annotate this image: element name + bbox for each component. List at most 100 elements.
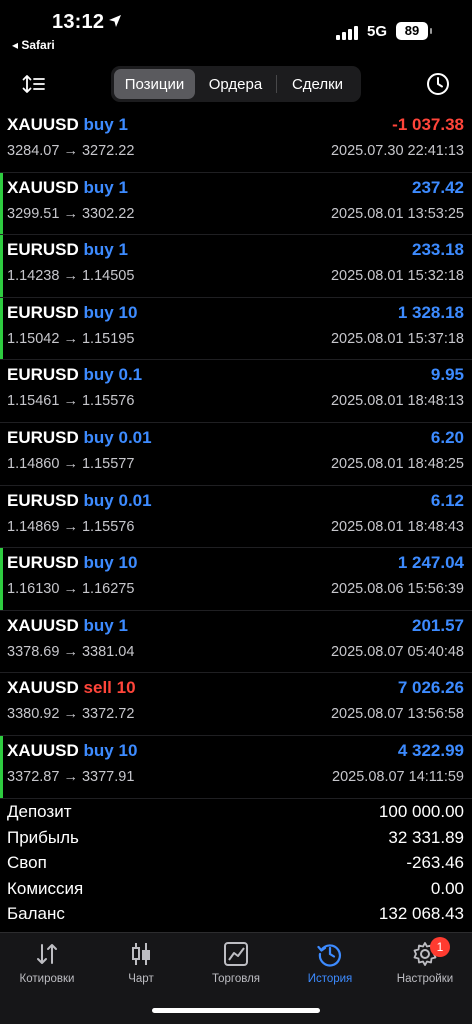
summary-row: Своп -263.46 xyxy=(0,851,472,877)
deal-datetime: 2025.07.30 22:41:13 xyxy=(330,143,464,159)
deal-volume: 1 xyxy=(118,615,128,635)
deal-row[interactable]: EURUSD buy 10 1.15042 → 1.15195 1 328.18 20… xyxy=(0,297,472,361)
deal-profit: 6.12 xyxy=(430,490,464,510)
tab-quotes[interactable]: Котировки xyxy=(0,941,94,997)
deal-volume: 10 xyxy=(116,678,136,698)
notification-badge: 1 xyxy=(430,937,450,957)
deal-row[interactable]: EURUSD buy 0.01 1.14860 → 1.15577 6.20 2025… xyxy=(0,423,472,486)
deal-volume: 10 xyxy=(118,553,138,573)
deal-profit: 1 328.18 xyxy=(397,302,464,322)
summary-label: Баланс xyxy=(7,904,65,923)
trade-chart-icon xyxy=(224,942,248,966)
deal-profit: -1 037.38 xyxy=(392,115,464,134)
deal-side: buy xyxy=(83,427,114,447)
tab-chart-label: Чарт xyxy=(128,973,154,985)
battery-icon: 89 xyxy=(396,22,428,40)
deal-row[interactable]: EURUSD buy 0.01 1.14869 → 1.15576 6.12 2025… xyxy=(0,486,472,549)
deal-row[interactable]: XAUUSD buy 1 3299.51 → 3302.22 237.42 2025.… xyxy=(0,172,472,236)
deal-profit: 201.57 xyxy=(412,615,464,635)
sort-icon[interactable] xyxy=(22,72,48,96)
deal-title: XAUUSD buy 10 xyxy=(7,741,137,761)
tab-orders[interactable]: Ордера xyxy=(195,69,276,99)
deal-datetime: 2025.08.07 14:11:59 xyxy=(332,768,464,785)
deal-side: buy xyxy=(83,615,114,635)
summary-row: Комиссия 0.00 xyxy=(0,877,472,903)
deal-side: buy xyxy=(83,240,114,260)
deal-title: EURUSD buy 10 xyxy=(7,553,137,573)
deal-datetime: 2025.08.06 15:56:39 xyxy=(330,581,464,598)
tab-trade-label: Торговля xyxy=(211,973,261,985)
deal-row[interactable]: XAUUSD buy 1 3378.69 → 3381.04 201.57 2025.… xyxy=(0,611,472,674)
deal-volume: 10 xyxy=(118,302,138,322)
deal-symbol: XAUUSD xyxy=(7,678,79,698)
tab-settings-label: Настройки xyxy=(396,973,454,985)
deal-row[interactable]: XAUUSD sell 10 3380.92 → 3372.72 7 026.26 2… xyxy=(0,673,472,736)
deal-title: EURUSD buy 0.1 xyxy=(7,365,142,385)
deal-title: XAUUSD buy 1 xyxy=(7,115,128,135)
tab-positions-label: Позиции xyxy=(124,75,185,93)
deal-prices: 1.15042 → 1.15195 xyxy=(7,330,135,347)
status-bar: 13:12 ◂ Safari 5G 89 xyxy=(0,0,472,56)
location-arrow-icon xyxy=(109,15,121,27)
deal-symbol: XAUUSD xyxy=(7,115,79,134)
summary-row: Баланс 132 068.43 xyxy=(0,902,472,928)
summary-value: -263.46 xyxy=(406,853,464,872)
deal-prices: 1.14869 → 1.15576 xyxy=(7,518,135,535)
deal-marker-bar xyxy=(0,548,3,610)
account-summary: Депозит 100 000.00 Прибыль 32 331.89 Своп -26… xyxy=(0,800,472,928)
deal-row[interactable]: EURUSD buy 0.1 1.15461 → 1.15576 9.95 2025.… xyxy=(0,360,472,423)
deal-profit: 9.95 xyxy=(430,365,464,385)
deal-symbol: EURUSD xyxy=(7,365,79,385)
deal-symbol: XAUUSD xyxy=(7,740,79,760)
deal-datetime: 2025.08.07 13:56:58 xyxy=(330,706,464,723)
deal-volume: 1 xyxy=(118,177,128,197)
tab-chart[interactable]: Чарт xyxy=(94,941,188,997)
deal-title: EURUSD buy 0.01 xyxy=(7,491,152,511)
summary-label: Комиссия xyxy=(7,878,84,898)
summary-value: 132 068.43 xyxy=(378,904,464,923)
deal-symbol: EURUSD xyxy=(7,553,79,573)
deal-prices: 1.14238 → 1.14505 xyxy=(7,268,135,285)
tab-history[interactable]: История xyxy=(283,941,377,997)
deal-symbol: XAUUSD xyxy=(7,615,79,635)
deal-side: buy xyxy=(83,177,114,197)
deal-row[interactable]: EURUSD buy 10 1.16130 → 1.16275 1 247.04 20… xyxy=(0,548,472,611)
deal-volume: 1 xyxy=(118,115,128,134)
deal-prices: 3372.87 → 3377.91 xyxy=(7,768,135,785)
deal-volume: 10 xyxy=(118,740,138,760)
status-time: 13:12 xyxy=(52,11,105,33)
cellular-signal-icon xyxy=(336,26,358,40)
deal-side: sell xyxy=(83,678,112,698)
deal-datetime: 2025.08.07 05:40:48 xyxy=(330,643,464,660)
tab-trade[interactable]: Торговля xyxy=(189,941,283,997)
summary-value: 100 000.00 xyxy=(378,802,464,821)
deal-row[interactable]: XAUUSD buy 10 3372.87 → 3377.91 4 322.99 20… xyxy=(0,735,472,799)
deal-side: buy xyxy=(83,490,114,510)
deal-profit: 237.42 xyxy=(412,177,464,197)
network-type: 5G xyxy=(367,23,388,40)
deal-marker-bar xyxy=(0,235,3,297)
back-to-safari-link[interactable]: ◂ Safari xyxy=(12,38,55,52)
tab-history-label: История xyxy=(307,973,353,985)
history-clock-icon xyxy=(317,944,341,967)
deal-title: XAUUSD buy 1 xyxy=(7,178,128,198)
deal-side: buy xyxy=(83,365,114,385)
deal-marker-bar xyxy=(0,297,3,360)
deal-volume: 0.01 xyxy=(118,427,152,447)
deal-row[interactable]: EURUSD buy 1 1.14238 → 1.14505 233.18 2025.… xyxy=(0,235,472,298)
deal-side: buy xyxy=(83,115,114,134)
deal-row[interactable]: XAUUSD buy 1 3284.07 → 3272.22 -1 037.38 20… xyxy=(0,110,472,173)
deal-profit: 233.18 xyxy=(412,240,464,260)
deal-side: buy xyxy=(83,302,114,322)
deal-side: buy xyxy=(83,553,114,573)
deal-side: buy xyxy=(83,740,114,760)
deal-prices: 1.14860 → 1.15577 xyxy=(7,455,135,472)
period-clock-icon[interactable] xyxy=(426,72,450,96)
tab-quotes-label: Котировки xyxy=(19,973,75,985)
tab-settings[interactable]: 1 Настройки xyxy=(378,937,472,997)
tab-deals[interactable]: Сделки xyxy=(277,69,358,99)
tab-positions[interactable]: Позиции xyxy=(114,69,195,99)
deal-title: EURUSD buy 1 xyxy=(7,240,128,260)
summary-label: Своп xyxy=(7,853,47,872)
home-indicator xyxy=(152,1008,320,1013)
